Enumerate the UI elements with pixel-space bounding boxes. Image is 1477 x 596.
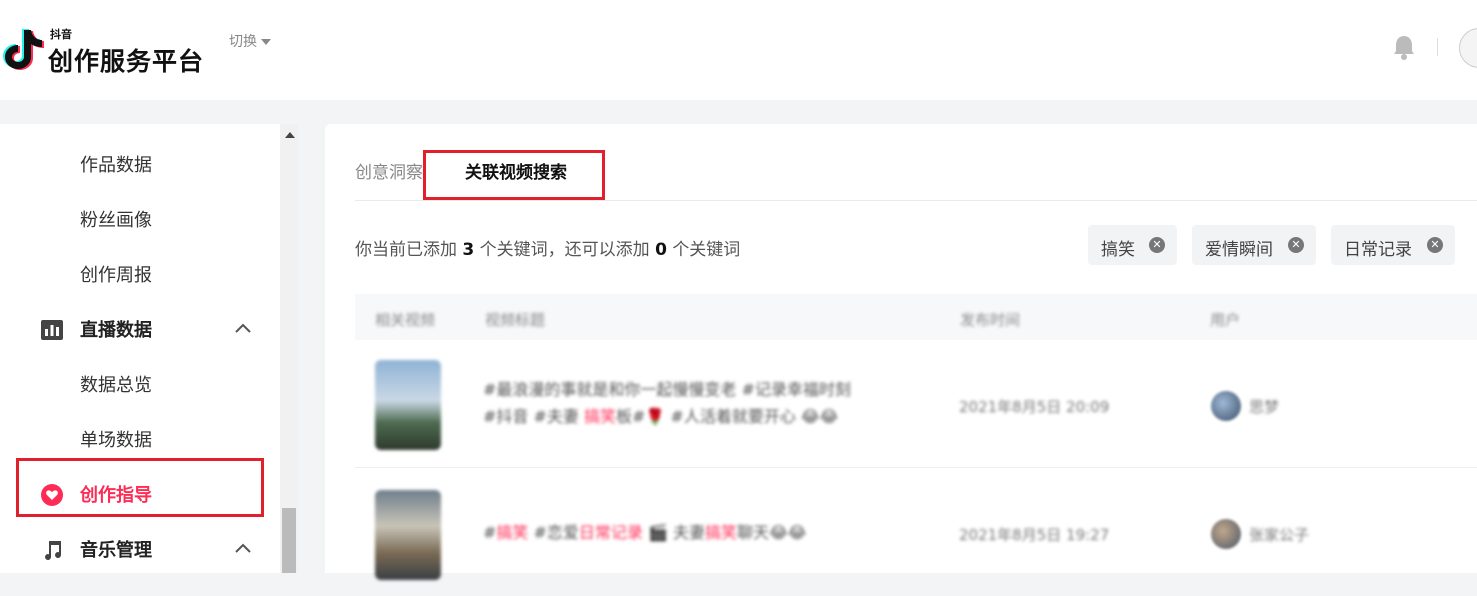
music-note-icon <box>45 541 62 561</box>
scroll-up-arrow-icon[interactable] <box>285 132 295 138</box>
table-row[interactable]: #搞笑 #恋爱日常记录 🎬 夫妻搞笑聊天😂😂 2021年8月5日 19:27 张… <box>355 468 1477 596</box>
sidebar-section-live-data[interactable]: 直播数据 <box>0 301 280 356</box>
keyword-remaining-count: 0 <box>655 240 667 260</box>
close-icon[interactable]: ✕ <box>1427 237 1443 253</box>
column-header: 用户 <box>1210 311 1241 329</box>
column-header: 发布时间 <box>960 311 1021 329</box>
logo-title: 创作服务平台 <box>48 47 205 76</box>
bell-icon[interactable] <box>1392 34 1416 60</box>
close-icon[interactable]: ✕ <box>1149 237 1165 253</box>
publish-time: 2021年8月5日 19:27 <box>959 526 1110 544</box>
video-title-text: 板#🌹 #人活着就要开心 😂😂 <box>616 407 839 426</box>
sidebar-item-label: 单场数据 <box>80 430 152 451</box>
sidebar-item-label: 作品数据 <box>80 155 152 176</box>
keyword-highlight: 搞笑 <box>584 407 617 426</box>
user-name[interactable]: 思梦 <box>1249 396 1279 417</box>
sidebar-item-label: 数据总览 <box>80 375 152 396</box>
video-title-text: 聊天😂😂 <box>737 523 807 542</box>
video-title[interactable]: #最浪漫的事就是和你一起慢慢变老 #记录幸福时刻 #抖音 #夫妻 搞笑板#🌹 #… <box>483 376 903 430</box>
keyword-chip: 爱情瞬间 ✕ <box>1192 225 1316 265</box>
keyword-chip: 搞笑 ✕ <box>1088 225 1177 265</box>
video-title-line: #最浪漫的事就是和你一起慢慢变老 #记录幸福时刻 <box>483 380 851 399</box>
keyword-highlight: 搞笑 <box>705 523 738 542</box>
keyword-added-count: 3 <box>462 240 475 260</box>
video-title-text: # <box>483 523 497 542</box>
keyword-text-suffix: 个关键词 <box>672 240 741 260</box>
sidebar-item-label: 创作周报 <box>80 265 152 286</box>
switch-dropdown[interactable]: 切换 <box>229 31 271 51</box>
sidebar-item-works-data[interactable]: 作品数据 <box>0 136 280 191</box>
sidebar-item-fans-profile[interactable]: 粉丝画像 <box>0 191 280 246</box>
chevron-up-icon <box>235 543 251 553</box>
sidebar-section-label: 音乐管理 <box>80 540 152 561</box>
switch-label: 切换 <box>229 34 257 50</box>
video-title-text: #恋爱 <box>528 523 579 542</box>
keyword-highlight: 搞笑 <box>496 523 529 542</box>
sidebar-scrollbar[interactable] <box>280 124 298 573</box>
sidebar-item-label: 粉丝画像 <box>80 210 152 231</box>
caret-down-icon <box>261 39 271 45</box>
table-header: 相关视频 视频标题 发布时间 用户 <box>355 294 1477 340</box>
user-avatar[interactable] <box>1459 28 1477 68</box>
scroll-thumb[interactable] <box>282 508 296 573</box>
sidebar-section-music-management[interactable]: 音乐管理 <box>0 521 280 576</box>
bar-chart-icon <box>41 320 63 340</box>
keyword-count-text: 你当前已添加 3 个关键词，还可以添加 0 个关键词 <box>355 235 740 260</box>
header-divider <box>1437 38 1438 56</box>
sidebar-item-weekly-report[interactable]: 创作周报 <box>0 246 280 301</box>
keyword-text-middle: 个关键词，还可以添加 <box>479 240 650 260</box>
highlight-box-sidebar <box>16 458 264 517</box>
video-thumbnail[interactable] <box>375 360 441 450</box>
video-title-text: 🎬 夫妻 <box>642 523 706 542</box>
user-avatar[interactable] <box>1211 519 1241 549</box>
keyword-chip-label: 搞笑 <box>1101 240 1135 260</box>
user-avatar[interactable] <box>1211 391 1241 421</box>
tabs-divider <box>355 200 1477 201</box>
video-title-text: #抖音 #夫妻 <box>483 407 584 426</box>
keyword-chip: 日常记录 ✕ <box>1331 225 1455 265</box>
chevron-up-icon <box>235 323 251 333</box>
logo-small-text: 抖音 <box>50 28 72 41</box>
top-header: 抖音 创作服务平台 切换 <box>0 0 1477 100</box>
publish-time: 2021年8月5日 20:09 <box>959 398 1110 416</box>
video-title[interactable]: #搞笑 #恋爱日常记录 🎬 夫妻搞笑聊天😂😂 <box>483 519 903 546</box>
video-title-line: #搞笑 #恋爱日常记录 🎬 夫妻搞笑聊天😂😂 <box>483 519 903 546</box>
keyword-highlight: 日常记录 <box>578 523 643 542</box>
table-row[interactable]: #最浪漫的事就是和你一起慢慢变老 #记录幸福时刻 #抖音 #夫妻 搞笑板#🌹 #… <box>355 340 1477 468</box>
close-icon[interactable]: ✕ <box>1288 237 1304 253</box>
sidebar-section-label: 直播数据 <box>80 320 152 341</box>
sidebar-item-data-overview[interactable]: 数据总览 <box>0 356 280 411</box>
tab-creative-insight[interactable]: 创意洞察 <box>355 158 423 183</box>
keyword-chip-label: 爱情瞬间 <box>1205 240 1273 260</box>
video-title-line: #抖音 #夫妻 搞笑板#🌹 #人活着就要开心 😂😂 <box>483 403 903 430</box>
keyword-text-prefix: 你当前已添加 <box>355 240 457 260</box>
video-thumbnail[interactable] <box>375 490 441 580</box>
column-header: 视频标题 <box>485 311 546 329</box>
column-header: 相关视频 <box>375 311 436 329</box>
highlight-box-tab <box>423 150 605 200</box>
douyin-logo-icon <box>3 29 44 70</box>
user-name[interactable]: 张家公子 <box>1249 524 1309 545</box>
keyword-chip-label: 日常记录 <box>1344 240 1412 260</box>
